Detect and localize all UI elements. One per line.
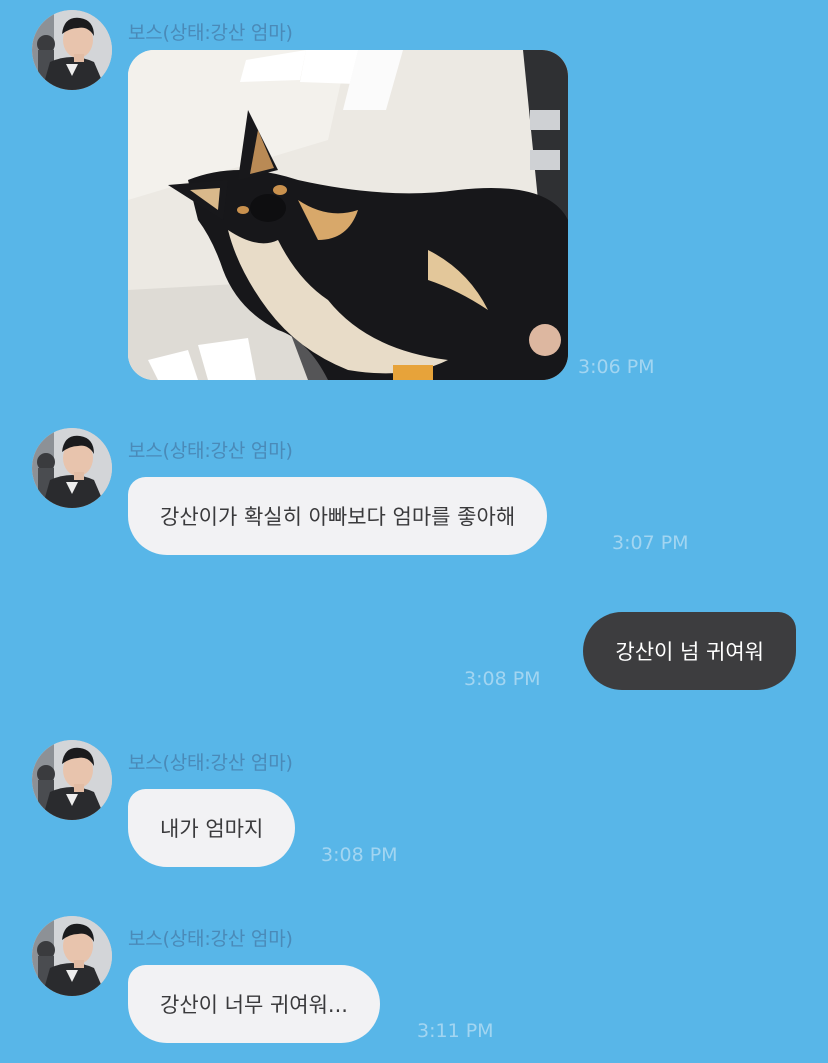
incoming-message-bubble[interactable]: 강산이가 확실히 아빠보다 엄마를 좋아해 (128, 477, 548, 555)
avatar-image (32, 740, 112, 820)
avatar[interactable] (32, 740, 112, 820)
sender-name: 보스(상태:강산 엄마) (128, 440, 293, 462)
photo-message[interactable] (128, 50, 568, 380)
avatar[interactable] (32, 916, 112, 996)
sender-name: 보스(상태:강산 엄마) (128, 22, 293, 44)
message-timestamp: 3:11 PM (417, 1020, 494, 1042)
message-text: 강산이가 확실히 아빠보다 엄마를 좋아해 (160, 505, 516, 529)
avatar-image (32, 10, 112, 90)
dog-photo (128, 50, 568, 380)
avatar-image (32, 916, 112, 996)
message-timestamp: 3:06 PM (578, 356, 655, 378)
incoming-message-bubble[interactable]: 강산이 너무 귀여워... (128, 965, 380, 1043)
avatar-image (32, 428, 112, 508)
message-timestamp: 3:07 PM (612, 532, 689, 554)
incoming-message-bubble[interactable]: 내가 엄마지 (128, 789, 296, 867)
sender-name: 보스(상태:강산 엄마) (128, 928, 293, 950)
avatar[interactable] (32, 10, 112, 90)
outgoing-message-bubble[interactable]: 강산이 넘 귀여워 (583, 612, 796, 690)
message-text: 강산이 너무 귀여워... (160, 993, 348, 1017)
message-text: 강산이 넘 귀여워 (615, 640, 764, 664)
message-timestamp: 3:08 PM (464, 668, 541, 690)
message-timestamp: 3:08 PM (321, 844, 398, 866)
avatar[interactable] (32, 428, 112, 508)
sender-name: 보스(상태:강산 엄마) (128, 752, 293, 774)
message-text: 내가 엄마지 (160, 817, 264, 841)
